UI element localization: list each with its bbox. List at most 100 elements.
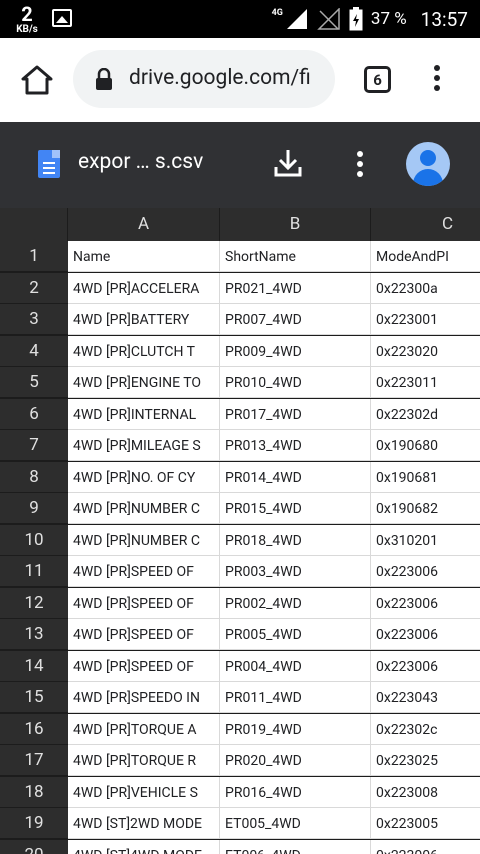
row-number[interactable]: 4 <box>0 335 68 367</box>
row-number[interactable]: 8 <box>0 461 68 493</box>
row-number[interactable]: 17 <box>0 745 68 776</box>
table-cell-a[interactable]: 4WD [PR]TORQUE R <box>68 745 220 776</box>
row-number[interactable]: 20 <box>0 839 68 854</box>
sheet-corner <box>0 208 68 241</box>
row-number[interactable]: 9 <box>0 493 68 524</box>
table-cell-a[interactable]: 4WD [PR]BATTERY <box>68 304 220 335</box>
table-cell-b[interactable]: PR004_4WD <box>220 650 371 682</box>
table-cell-b[interactable]: PR018_4WD <box>220 524 371 556</box>
table-cell-a[interactable]: 4WD [PR]SPEED OF <box>68 619 220 650</box>
table-cell-c[interactable]: 0x22302d <box>371 398 480 430</box>
table-cell-b[interactable]: PR021_4WD <box>220 272 371 304</box>
table-cell-b[interactable]: PR010_4WD <box>220 367 371 398</box>
row-number[interactable]: 15 <box>0 682 68 713</box>
gallery-notification-icon <box>52 9 72 27</box>
clock: 13:57 <box>420 7 468 31</box>
document-icon <box>38 150 60 178</box>
table-cell-a[interactable]: 4WD [ST]4WD MODE <box>68 839 220 854</box>
table-cell-a[interactable]: 4WD [PR]VEHICLE S <box>68 776 220 808</box>
table-cell-b[interactable]: PR009_4WD <box>220 335 371 367</box>
table-cell-c[interactable]: 0x22300a <box>371 272 480 304</box>
browser-menu-icon[interactable] <box>430 65 444 95</box>
network-speed-value: 2 <box>21 2 33 26</box>
table-cell-a[interactable]: 4WD [PR]SPEED OF <box>68 650 220 682</box>
table-cell-b[interactable]: ET006_4WD <box>220 839 371 854</box>
table-cell-c[interactable]: 0x190680 <box>371 430 480 461</box>
table-cell-a[interactable]: 4WD [PR]INTERNAL <box>68 398 220 430</box>
table-cell-c[interactable]: 0x223008 <box>371 776 480 808</box>
table-cell-c[interactable]: 0x223043 <box>371 682 480 713</box>
table-cell-c[interactable]: 0x223006 <box>371 619 480 650</box>
row-number[interactable]: 19 <box>0 808 68 839</box>
row-number[interactable]: 12 <box>0 587 68 619</box>
table-cell-c[interactable]: 0x223025 <box>371 745 480 776</box>
table-cell-c[interactable]: 0x223006 <box>371 839 480 854</box>
row-number[interactable]: 13 <box>0 619 68 650</box>
column-header-a[interactable]: A <box>68 208 220 241</box>
table-cell-b[interactable]: PR017_4WD <box>220 398 371 430</box>
row-number[interactable]: 7 <box>0 430 68 461</box>
table-cell-a[interactable]: 4WD [PR]SPEEDO IN <box>68 682 220 713</box>
table-cell-c[interactable]: 0x223006 <box>371 650 480 682</box>
row-number[interactable]: 6 <box>0 398 68 430</box>
table-cell-a[interactable]: 4WD [PR]TORQUE A <box>68 713 220 745</box>
row-number[interactable]: 16 <box>0 713 68 745</box>
table-cell-a[interactable]: 4WD [PR]CLUTCH T <box>68 335 220 367</box>
account-avatar[interactable] <box>406 142 450 186</box>
table-cell-a[interactable]: 4WD [PR]NUMBER C <box>68 493 220 524</box>
table-cell-b[interactable]: ET005_4WD <box>220 808 371 839</box>
row-number[interactable]: 3 <box>0 304 68 335</box>
table-cell-c[interactable]: 0x190681 <box>371 461 480 493</box>
table-cell-b[interactable]: PR003_4WD <box>220 556 371 587</box>
table-cell-c[interactable]: 0x223001 <box>371 304 480 335</box>
status-bar: 2 KB/s 4G 37 % 13:57 <box>0 0 480 38</box>
network-type-label: 4G <box>271 8 283 18</box>
row-number[interactable]: 5 <box>0 367 68 398</box>
battery-percent: 37 % <box>370 9 407 29</box>
row-number[interactable]: 14 <box>0 650 68 682</box>
table-cell-a[interactable]: 4WD [ST]2WD MODE <box>68 808 220 839</box>
table-cell-a[interactable]: 4WD [PR]NO. OF CY <box>68 461 220 493</box>
address-bar[interactable]: drive.google.com/fi <box>73 50 335 108</box>
table-cell-c[interactable]: 0x223006 <box>371 556 480 587</box>
table-cell-b[interactable]: PR002_4WD <box>220 587 371 619</box>
row-number[interactable]: 1 <box>0 241 68 272</box>
table-cell-a[interactable]: 4WD [PR]SPEED OF <box>68 587 220 619</box>
column-header-c[interactable]: C <box>371 208 480 241</box>
row-number[interactable]: 2 <box>0 272 68 304</box>
table-cell-c[interactable]: 0x223020 <box>371 335 480 367</box>
table-cell-b[interactable]: PR020_4WD <box>220 745 371 776</box>
table-cell-b[interactable]: PR019_4WD <box>220 713 371 745</box>
table-cell-c[interactable]: 0x310201 <box>371 524 480 556</box>
spreadsheet-grid[interactable]: A B C 1 Name ShortName ModeAndPI 2 4WD [PR]AC… <box>0 208 480 854</box>
table-cell-a[interactable]: Name <box>68 241 220 272</box>
signal-empty-icon <box>317 8 340 30</box>
table-cell-b[interactable]: PR005_4WD <box>220 619 371 650</box>
table-cell-b[interactable]: PR013_4WD <box>220 430 371 461</box>
table-cell-b[interactable]: ShortName <box>220 241 371 272</box>
table-cell-c[interactable]: ModeAndPI <box>371 241 480 272</box>
table-cell-a[interactable]: 4WD [PR]ENGINE TO <box>68 367 220 398</box>
download-icon[interactable] <box>274 148 302 178</box>
table-cell-b[interactable]: PR015_4WD <box>220 493 371 524</box>
table-cell-a[interactable]: 4WD [PR]ACCELERA <box>68 272 220 304</box>
table-cell-b[interactable]: PR011_4WD <box>220 682 371 713</box>
column-header-b[interactable]: B <box>220 208 371 241</box>
table-cell-b[interactable]: PR007_4WD <box>220 304 371 335</box>
table-cell-c[interactable]: 0x223005 <box>371 808 480 839</box>
table-cell-c[interactable]: 0x190682 <box>371 493 480 524</box>
home-icon[interactable] <box>20 64 54 96</box>
tab-switcher-button[interactable]: 6 <box>364 66 391 93</box>
table-cell-a[interactable]: 4WD [PR]SPEED OF <box>68 556 220 587</box>
table-cell-c[interactable]: 0x223006 <box>371 587 480 619</box>
table-cell-b[interactable]: PR014_4WD <box>220 461 371 493</box>
table-cell-a[interactable]: 4WD [PR]NUMBER C <box>68 524 220 556</box>
table-cell-b[interactable]: PR016_4WD <box>220 776 371 808</box>
row-number[interactable]: 11 <box>0 556 68 587</box>
more-options-icon[interactable] <box>353 151 367 181</box>
row-number[interactable]: 18 <box>0 776 68 808</box>
table-cell-a[interactable]: 4WD [PR]MILEAGE S <box>68 430 220 461</box>
table-cell-c[interactable]: 0x223011 <box>371 367 480 398</box>
row-number[interactable]: 10 <box>0 524 68 556</box>
table-cell-c[interactable]: 0x22302c <box>371 713 480 745</box>
